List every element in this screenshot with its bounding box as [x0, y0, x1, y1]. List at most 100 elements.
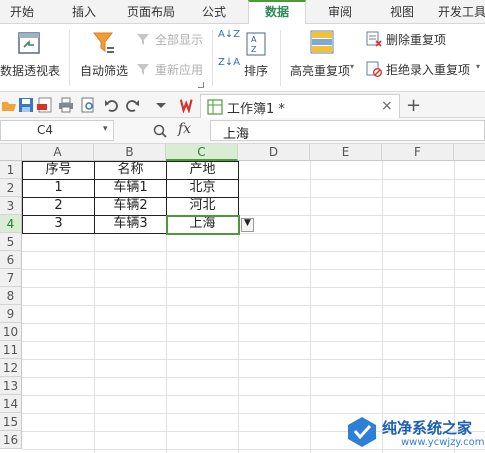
gridline: [22, 269, 485, 270]
cell-b3[interactable]: 车辆2: [95, 197, 166, 215]
tab-data[interactable]: 数据: [248, 0, 306, 25]
tab-developer[interactable]: 开发工具: [438, 0, 485, 24]
undo-icon[interactable]: [104, 97, 120, 113]
cell-b4[interactable]: 车辆3: [95, 215, 166, 233]
formula-input-value: 上海: [223, 127, 250, 142]
cell-c2[interactable]: 北京: [167, 179, 238, 197]
cell-c1[interactable]: 产地: [167, 161, 238, 179]
column-header-d[interactable]: D: [238, 144, 310, 161]
row-header-13[interactable]: 13: [0, 377, 22, 395]
new-tab-button[interactable]: +: [406, 95, 421, 116]
row-header-11[interactable]: 11: [0, 341, 22, 359]
row-header-3[interactable]: 3: [0, 197, 22, 215]
pivot-table-label: 数据透视表: [0, 64, 61, 78]
column-header-c[interactable]: C: [166, 144, 238, 161]
cell-a2[interactable]: 1: [23, 179, 94, 197]
dialog-launcher-icon[interactable]: [198, 82, 204, 88]
row-header-10[interactable]: 10: [0, 323, 22, 341]
tab-review[interactable]: 审阅: [318, 0, 362, 24]
show-all-button[interactable]: 全部显示: [136, 30, 208, 48]
close-icon[interactable]: ×: [381, 98, 393, 114]
autofilter-button[interactable]: 自动筛选: [76, 24, 132, 92]
row-header-6[interactable]: 6: [0, 251, 22, 269]
chevron-down-icon[interactable]: ▾: [103, 124, 108, 134]
gridline: [22, 395, 485, 396]
column-header-b[interactable]: B: [94, 144, 166, 161]
reject-duplicates-button[interactable]: 拒绝录入重复项 ▾: [366, 60, 485, 78]
ribbon-separator: [69, 30, 70, 86]
reapply-label: 重新应用: [155, 63, 204, 77]
row-header-7[interactable]: 7: [0, 269, 22, 287]
zoom-icon[interactable]: [152, 123, 168, 139]
column-header-g[interactable]: [454, 144, 485, 161]
cell-b1[interactable]: 名称: [95, 161, 166, 179]
highlight-duplicates-label: 高亮重复项: [290, 64, 351, 78]
gridline: [22, 323, 485, 324]
row-header-14[interactable]: 14: [0, 395, 22, 413]
gridline: [22, 377, 485, 378]
sort-za-icon: Z↓A: [218, 57, 241, 68]
select-all-corner[interactable]: [0, 144, 22, 161]
cell-dropdown-button[interactable]: ▼: [241, 218, 254, 232]
cell-c3[interactable]: 河北: [167, 197, 238, 215]
tab-page-layout[interactable]: 页面布局: [118, 0, 184, 24]
pivot-table-button[interactable]: 数据透视表: [0, 24, 66, 92]
row-header-15[interactable]: 15: [0, 413, 22, 431]
svg-text:Z: Z: [251, 45, 257, 54]
row-header-16[interactable]: 16: [0, 431, 22, 449]
column-header-f[interactable]: F: [382, 144, 454, 161]
watermark-logo-icon: [348, 417, 376, 447]
name-box[interactable]: C4 ▾: [0, 120, 114, 141]
row-header-4[interactable]: 4: [0, 215, 22, 233]
highlight-duplicates-button[interactable]: 高亮重复项 ▾: [286, 24, 360, 92]
watermark-title: 纯净系统之家: [382, 419, 473, 437]
workbook-tab-title: 工作簿1 *: [227, 102, 285, 117]
funnel-gray-icon: [137, 34, 149, 45]
sort-button[interactable]: A Z 排序: [242, 24, 274, 92]
gridline: [454, 161, 455, 453]
insert-function-button[interactable]: fx: [178, 121, 191, 137]
customize-toolbar-icon[interactable]: [153, 97, 169, 113]
gridline: [22, 287, 485, 288]
sort-az-button[interactable]: A↓Z: [218, 28, 241, 50]
row-header-2[interactable]: 2: [0, 179, 22, 197]
print-icon[interactable]: [58, 97, 74, 113]
tab-formulas[interactable]: 公式: [192, 0, 236, 24]
row-header-9[interactable]: 9: [0, 305, 22, 323]
tab-insert[interactable]: 插入: [62, 0, 106, 24]
tab-home[interactable]: 开始: [0, 0, 44, 24]
cell-a1[interactable]: 序号: [23, 161, 94, 179]
cell-b2[interactable]: 车辆1: [95, 179, 166, 197]
column-header-a[interactable]: A: [22, 144, 94, 161]
ribbon-tab-bar: 开始 插入 页面布局 公式 数据 审阅 视图 开发工具: [0, 0, 485, 25]
spreadsheet-grid[interactable]: A B C D E F 1 2 3 4 5 6 7 8 9 10 11 12 1…: [0, 144, 485, 453]
delete-duplicates-label: 删除重复项: [386, 33, 447, 47]
redo-icon[interactable]: [124, 97, 140, 113]
print-preview-icon[interactable]: [80, 97, 96, 113]
gridline: [382, 161, 383, 453]
row-header-12[interactable]: 12: [0, 359, 22, 377]
export-pdf-icon[interactable]: [37, 97, 53, 113]
tab-view[interactable]: 视图: [380, 0, 424, 24]
watermark-url: www.ycwjzy.com: [401, 437, 485, 448]
delete-duplicates-button[interactable]: 删除重复项: [366, 30, 485, 48]
cell-a3[interactable]: 2: [23, 197, 94, 215]
formula-input[interactable]: 上海: [210, 120, 485, 142]
chevron-down-icon: ▾: [350, 62, 355, 71]
workbook-tab[interactable]: 工作簿1 * ×: [200, 94, 400, 118]
sort-label: 排序: [244, 64, 269, 78]
sort-za-button[interactable]: Z↓A: [218, 57, 241, 80]
reapply-button[interactable]: 重新应用: [136, 60, 208, 78]
name-box-value: C4: [37, 123, 54, 137]
row-header-1[interactable]: 1: [0, 161, 22, 179]
column-header-e[interactable]: E: [310, 144, 382, 161]
chevron-down-icon: ▾: [476, 62, 481, 71]
save-icon[interactable]: [18, 97, 34, 113]
cell-a4[interactable]: 3: [23, 215, 94, 233]
open-folder-icon[interactable]: [2, 97, 18, 113]
sort-az-icon: A↓Z: [218, 29, 241, 40]
sort-icon: A Z: [246, 32, 266, 56]
row-header-5[interactable]: 5: [0, 233, 22, 251]
row-header-8[interactable]: 8: [0, 287, 22, 305]
gridline: [310, 161, 311, 453]
